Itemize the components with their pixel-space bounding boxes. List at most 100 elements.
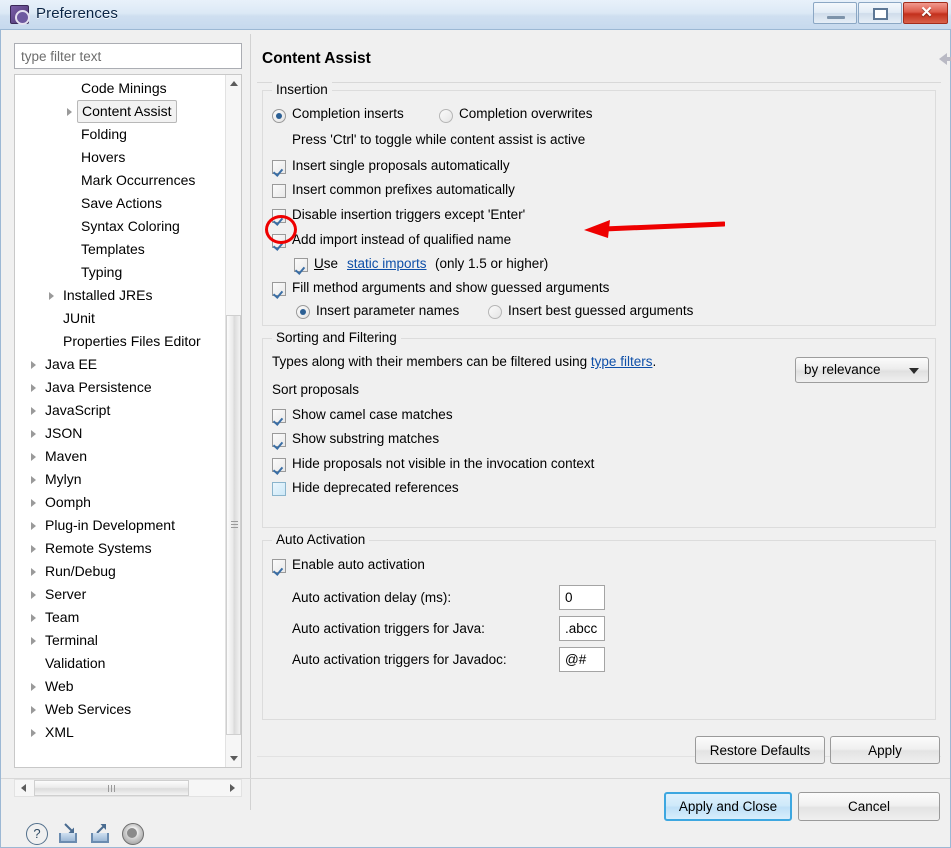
triangle-up-icon[interactable] [226,75,241,92]
tree-expand-arrow-icon[interactable] [67,108,72,116]
checkbox-insert-single-proposals[interactable] [272,160,286,174]
auto-activation-triggers-javadoc-input[interactable] [559,647,605,672]
tree-expand-arrow-icon[interactable] [31,591,36,599]
auto-activation-delay-input[interactable] [559,585,605,610]
tree-expand-arrow-icon[interactable] [31,706,36,714]
tree-item-xml[interactable]: XML [15,721,227,744]
tree-item-run-debug[interactable]: Run/Debug [15,560,227,583]
tree-expand-arrow-icon[interactable] [31,384,36,392]
static-imports-link[interactable]: static imports [347,256,427,271]
export-icon[interactable] [90,823,112,845]
tree-item-server[interactable]: Server [15,583,227,606]
tree-item-hovers[interactable]: Hovers [15,146,227,169]
tree-expand-arrow-icon[interactable] [31,545,36,553]
tree-item-json[interactable]: JSON [15,422,227,445]
tree-expand-arrow-icon[interactable] [31,568,36,576]
tree-expand-arrow-icon[interactable] [31,430,36,438]
tree-item-validation[interactable]: Validation [15,652,227,675]
tree-item-label: Save Actions [81,195,162,211]
tree-expand-arrow-icon[interactable] [31,476,36,484]
tree-item-web-services[interactable]: Web Services [15,698,227,721]
tree-item-templates[interactable]: Templates [15,238,227,261]
tree-item-java-ee[interactable]: Java EE [15,353,227,376]
radio-completion-overwrites[interactable] [439,109,453,123]
tree-item-mark-occurrences[interactable]: Mark Occurrences [15,169,227,192]
preference-tree[interactable]: Code Minings Content Assist Folding Hovers M… [14,74,242,768]
label-completion-inserts: Completion inserts [292,106,404,121]
tree-expand-arrow-icon[interactable] [31,614,36,622]
apply-button[interactable]: Apply [830,736,940,764]
tree-item-save-actions[interactable]: Save Actions [15,192,227,215]
tree-expand-arrow-icon[interactable] [31,637,36,645]
checkbox-fill-method-arguments[interactable] [272,282,286,296]
minimize-button[interactable] [813,2,857,24]
preferences-window: Preferences ✕ Code Minings Content Assist… [0,0,951,848]
tree-item-mylyn[interactable]: Mylyn [15,468,227,491]
tree-item-installed-jres[interactable]: Installed JREs [15,284,227,307]
import-icon[interactable] [58,823,80,845]
tree-item-folding[interactable]: Folding [15,123,227,146]
checkbox-insert-common-prefixes[interactable] [272,184,286,198]
checkbox-enable-auto-activation[interactable] [272,559,286,573]
tree-expand-arrow-icon[interactable] [31,361,36,369]
maximize-button[interactable] [858,2,902,24]
tree-expand-arrow-icon[interactable] [31,453,36,461]
triangle-left-icon[interactable] [15,780,32,796]
tree-vertical-scrollbar[interactable] [225,75,241,767]
label-completion-overwrites: Completion overwrites [459,106,593,121]
tree-item-maven[interactable]: Maven [15,445,227,468]
pane-divider [250,34,251,810]
tree-expand-arrow-icon[interactable] [31,407,36,415]
filter-input[interactable] [14,43,242,69]
tree-item-properties-files-editor[interactable]: Properties Files Editor [15,330,227,353]
radio-insert-best-guessed-arguments[interactable] [488,305,502,319]
insertion-group-title: Insertion [272,82,332,97]
tree-vertical-scroll-thumb[interactable] [226,315,241,735]
arrow-left-icon[interactable] [939,53,947,65]
tree-expand-arrow-icon[interactable] [31,522,36,530]
tree-item-syntax-coloring[interactable]: Syntax Coloring [15,215,227,238]
triangle-right-icon[interactable] [224,780,241,796]
tree-item-terminal[interactable]: Terminal [15,629,227,652]
tree-expand-arrow-icon[interactable] [31,729,36,737]
dialog-footer-divider [1,778,950,779]
tree-expand-arrow-icon[interactable] [31,499,36,507]
tree-item-code-minings[interactable]: Code Minings [15,77,227,100]
tree-item-java-persistence[interactable]: Java Persistence [15,376,227,399]
sort-proposals-label: Sort proposals [272,382,360,397]
tree-expand-arrow-icon[interactable] [31,683,36,691]
tree-item-javascript[interactable]: JavaScript [15,399,227,422]
cancel-button[interactable]: Cancel [798,792,940,821]
auto-activation-triggers-java-input[interactable] [559,616,605,641]
restore-defaults-button[interactable]: Restore Defaults [695,736,825,764]
use-rest: se [323,256,339,271]
checkbox-use-static-imports[interactable] [294,258,308,272]
disc-icon[interactable] [122,823,144,845]
tree-item-plug-in-development[interactable]: Plug-in Development [15,514,227,537]
checkbox-show-camel-case-matches[interactable] [272,409,286,423]
tree-horizontal-scroll-thumb[interactable] [34,780,189,796]
apply-and-close-button[interactable]: Apply and Close [664,792,792,821]
checkbox-disable-insertion-triggers[interactable] [272,209,286,223]
tree-item-team[interactable]: Team [15,606,227,629]
tree-item-web[interactable]: Web [15,675,227,698]
radio-completion-inserts[interactable] [272,109,286,123]
tree-item-oomph[interactable]: Oomph [15,491,227,514]
close-button[interactable]: ✕ [903,2,948,24]
radio-insert-parameter-names[interactable] [296,305,310,319]
checkbox-hide-deprecated-references[interactable] [272,482,286,496]
tree-expand-arrow-icon[interactable] [49,292,54,300]
help-icon[interactable] [26,823,48,845]
tree-horizontal-scrollbar[interactable] [14,779,242,797]
triangle-down-icon[interactable] [226,750,241,767]
tree-item-content-assist[interactable]: Content Assist [15,100,227,123]
sort-proposals-combo[interactable]: by relevance [795,357,929,383]
type-filters-link[interactable]: type filters [591,354,653,369]
tree-item-remote-systems[interactable]: Remote Systems [15,537,227,560]
checkbox-hide-proposals-not-visible[interactable] [272,458,286,472]
tree-item-junit[interactable]: JUnit [15,307,227,330]
checkbox-show-substring-matches[interactable] [272,433,286,447]
checkbox-add-import[interactable] [272,234,286,248]
label-hide-deprecated-references: Hide deprecated references [292,480,459,495]
tree-item-typing[interactable]: Typing [15,261,227,284]
